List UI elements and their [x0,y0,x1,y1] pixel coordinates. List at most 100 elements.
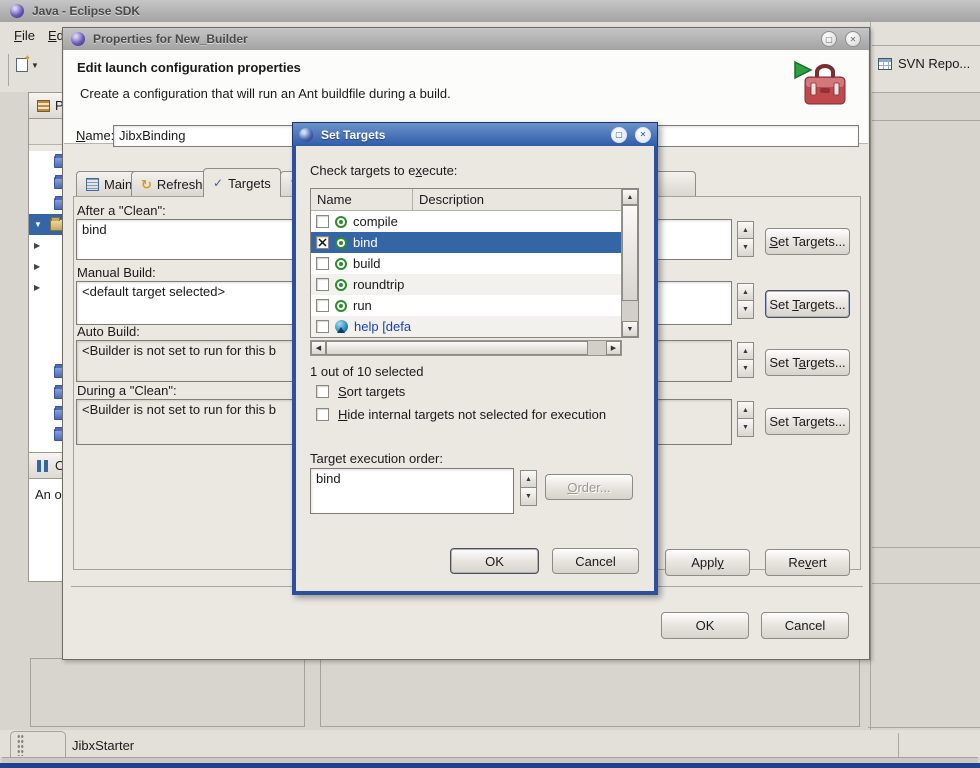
close-button[interactable]: ✕ [845,31,861,47]
table-row-compile[interactable]: compile [311,211,621,232]
new-wizard-button[interactable]: ▼ [16,58,39,72]
properties-cancel-button[interactable]: Cancel [761,612,849,639]
target-icon [335,258,347,270]
column-header-description[interactable]: Description [413,189,621,210]
set-targets-button-1[interactable]: Set Targets... [765,228,850,255]
checkbox-unchecked[interactable] [316,278,329,291]
set-targets-title: Set Targets [321,128,603,142]
selection-summary: 1 out of 10 selected [310,364,423,379]
checkbox-unchecked[interactable] [316,299,329,312]
svn-repository-icon [878,58,892,70]
maximize-button[interactable]: ▢ [611,127,627,143]
spin-up-icon: ▲ [737,283,754,301]
svn-repositories-tab[interactable]: SVN Repo... [878,56,970,71]
table-row-bind-selected[interactable]: bind [311,232,621,253]
status-bar [0,730,980,757]
manual-build-spinner[interactable]: ▲▼ [737,283,754,319]
vertical-scrollbar[interactable]: ▲ ▼ [621,189,638,337]
collapsed-arrow-icon[interactable]: ▶ [34,262,44,271]
properties-ok-button[interactable]: OK [661,612,749,639]
scroll-right-icon[interactable]: ▶ [606,341,621,355]
expanded-arrow-icon[interactable]: ▼ [34,220,44,229]
after-clean-label: After a "Clean": [77,203,166,218]
menu-file[interactable]: File [14,28,35,43]
scrollbar-thumb[interactable] [326,341,588,355]
during-clean-spinner[interactable]: ▲▼ [737,401,754,437]
targets-table: Name Description compile bind build [310,188,639,338]
spin-down-icon: ▼ [737,419,754,437]
checkbox-unchecked[interactable] [316,257,329,270]
set-targets-button-2[interactable]: Set Targets... [765,290,850,318]
window-bottom-border [0,763,980,768]
checkbox-unchecked[interactable] [316,320,329,333]
tab-targets[interactable]: ✓ Targets [203,168,281,197]
toolbar-separator [8,54,9,86]
scrollbar-thumb[interactable] [622,205,638,301]
set-targets-cancel-button[interactable]: Cancel [552,548,639,574]
set-targets-titlebar[interactable]: Set Targets ▢ ✕ [292,122,658,146]
eclipse-desktop: { "main_window": { "title": "Java - Ecli… [0,0,980,768]
table-row-build[interactable]: build [311,253,621,274]
header-title: Edit launch configuration properties [77,60,301,75]
editor-area-divider[interactable] [870,22,871,757]
table-row-roundtrip[interactable]: roundtrip [311,274,621,295]
table-row-help-default[interactable]: help [defa [311,316,621,337]
header-description: Create a configuration that will run an … [80,86,451,101]
column-header-name[interactable]: Name [311,189,413,210]
spin-down-icon: ▼ [737,239,754,257]
target-icon [335,279,347,291]
scroll-up-icon[interactable]: ▲ [622,189,638,205]
after-clean-spinner[interactable]: ▲▼ [737,221,754,257]
main-window-titlebar[interactable]: Java - Eclipse SDK [0,0,980,22]
divider [872,583,980,584]
checkbox-checked[interactable] [316,236,329,249]
package-explorer-icon [37,100,50,112]
sort-targets-checkbox[interactable]: Sort targets [316,384,405,399]
table-body: compile bind build roundtrip [311,211,621,337]
apply-button[interactable]: Apply [665,549,750,576]
set-targets-dialog: Set Targets ▢ ✕ Check targets to execute… [292,122,658,595]
auto-build-label: Auto Build: [77,324,140,339]
scroll-down-icon[interactable]: ▼ [622,321,638,337]
dropdown-arrow-icon[interactable]: ▼ [31,61,39,70]
tab-refresh[interactable]: ↻ Refresh [131,171,212,197]
spin-up-icon: ▲ [737,221,754,239]
divider [872,547,980,548]
set-targets-button-3[interactable]: Set Targets... [765,349,850,376]
close-button[interactable]: ✕ [635,127,651,143]
checkbox-unchecked[interactable] [316,408,329,421]
maximize-button[interactable]: ▢ [821,31,837,47]
target-icon [335,300,347,312]
main-window-title: Java - Eclipse SDK [32,4,140,18]
revert-button[interactable]: Revert [765,549,850,576]
properties-dialog-title: Properties for New_Builder [93,32,813,46]
collapsed-arrow-icon[interactable]: ▶ [34,283,44,292]
checkbox-unchecked[interactable] [316,385,329,398]
divider [872,120,980,121]
hide-internal-checkbox[interactable]: Hide internal targets not selected for e… [316,407,606,422]
name-label: Name: [76,128,114,143]
table-row-run[interactable]: run [311,295,621,316]
order-button: Order... [545,474,633,500]
divider [872,92,980,93]
execution-order-field[interactable]: bind [310,468,514,514]
scroll-left-icon[interactable]: ◀ [311,341,326,355]
status-grip-box[interactable] [10,731,66,758]
set-targets-ok-button[interactable]: OK [450,548,539,574]
execution-order-spinner[interactable]: ▲▼ [520,470,537,506]
targets-check-icon: ✓ [213,177,223,189]
properties-dialog-titlebar[interactable]: Properties for New_Builder ▢ ✕ [63,28,869,50]
java-dialog-icon [71,32,85,46]
target-icon [335,216,347,228]
collapsed-arrow-icon[interactable]: ▶ [34,241,44,250]
set-targets-button-4[interactable]: Set Targets... [765,408,850,435]
manual-build-label: Manual Build: [77,265,156,280]
new-document-icon [16,58,28,72]
checkbox-unchecked[interactable] [316,215,329,228]
auto-build-spinner[interactable]: ▲▼ [737,342,754,378]
set-targets-body: Check targets to execute: Name Descripti… [292,146,658,595]
horizontal-scrollbar[interactable]: ◀ ▶ [310,340,622,356]
spin-down-icon: ▼ [520,488,537,506]
spin-down-icon: ▼ [737,301,754,319]
drag-grip-icon[interactable] [17,734,24,756]
